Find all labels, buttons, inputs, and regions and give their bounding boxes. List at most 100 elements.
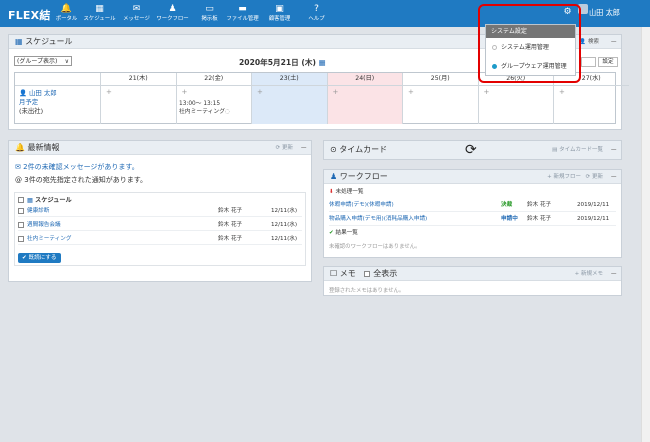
memo-new-link[interactable]: + 新規メモ bbox=[575, 267, 603, 281]
date-picker-icon[interactable]: ▦ bbox=[319, 58, 326, 67]
schedule-day-cell[interactable]: + bbox=[553, 85, 629, 124]
add-event-icon[interactable]: + bbox=[559, 88, 565, 96]
add-event-icon[interactable]: + bbox=[484, 88, 490, 96]
show-all-checkbox[interactable]: 全表示 bbox=[364, 269, 397, 278]
schedule-day-cell[interactable]: + bbox=[402, 85, 478, 124]
board-icon: ▭ bbox=[205, 4, 214, 14]
system-settings-dropdown: システム設定 システム運用管理 グループウェア運用管理 bbox=[485, 24, 576, 76]
workflow-item-date: 2019/12/11 bbox=[577, 202, 610, 208]
folder-icon: ▬ bbox=[238, 4, 247, 14]
user-icon: 👤 bbox=[19, 89, 27, 97]
nav-customer-item[interactable]: ▣ 顧客管理 bbox=[263, 0, 296, 27]
minimize-icon[interactable]: − bbox=[610, 170, 617, 184]
workflow-status-badge: 申請中 bbox=[501, 216, 518, 222]
app-logo[interactable]: FLEX結 bbox=[8, 7, 51, 23]
news-list-item[interactable]: 健康診断 鈴木 花子 12/11(水) bbox=[18, 205, 302, 217]
nav-label: 掲示板 bbox=[201, 16, 218, 22]
workflow-panel: ♟ ワークフロー + 新規フロー ⟳ 更新 − ⬇ 未処理一覧 休暇申請(デモ)… bbox=[323, 169, 622, 258]
customer-icon: ▣ bbox=[275, 4, 284, 14]
workflow-item-title[interactable]: 物品購入申請(デモ用)(消耗品購入申請) bbox=[329, 216, 427, 222]
schedule-day-cell[interactable]: + bbox=[477, 85, 553, 124]
minimize-icon[interactable]: − bbox=[300, 141, 307, 155]
minimize-icon[interactable]: − bbox=[610, 141, 617, 159]
news-item-date: 12/11(水) bbox=[271, 236, 298, 242]
schedule-nav-buttons[interactable] bbox=[581, 57, 596, 67]
add-event-icon[interactable]: + bbox=[333, 88, 339, 96]
schedule-event[interactable]: 13:00～ 13:15 社内ミーティング◌ bbox=[179, 100, 230, 116]
nav-bell-item[interactable]: 🔔 ポータル bbox=[50, 0, 83, 27]
notice-text: @ 3件の宛先指定された通知があります。 bbox=[15, 176, 147, 184]
person-plan-link[interactable]: 月予定 bbox=[19, 98, 38, 106]
avatar[interactable] bbox=[578, 4, 588, 14]
schedule-day-header[interactable]: 23(土) bbox=[251, 73, 327, 85]
memo-empty-text: 登録されたメモはありません。 bbox=[329, 288, 405, 294]
system-admin-menu-item[interactable]: システム運用管理 bbox=[486, 38, 575, 57]
schedule-day-header[interactable]: 25(月) bbox=[402, 73, 478, 85]
schedule-day-header[interactable]: 24(日) bbox=[326, 73, 402, 85]
schedule-day-header[interactable]: 21(木) bbox=[100, 73, 176, 85]
event-time: 13:00～ 13:15 bbox=[179, 101, 221, 107]
nav-calendar-item[interactable]: ▦ スケジュール bbox=[83, 0, 116, 27]
minimize-icon[interactable]: − bbox=[610, 267, 617, 281]
news-item-title[interactable]: 健康診断 bbox=[27, 208, 49, 214]
dropdown-title: システム設定 bbox=[486, 25, 575, 38]
system-settings-gear-icon[interactable]: ⚙ bbox=[560, 4, 575, 20]
mark-read-button[interactable]: ✔ 既読にする bbox=[18, 253, 61, 263]
nav-help-item[interactable]: ? ヘルプ bbox=[300, 0, 333, 27]
row-checkbox[interactable] bbox=[18, 207, 24, 214]
schedule-day-cell[interactable]: + bbox=[326, 85, 402, 124]
schedule-settings-button[interactable]: 設定 bbox=[598, 57, 618, 67]
current-user-name[interactable]: 山田 太郎 bbox=[589, 8, 620, 18]
nav-label: ワークフロー bbox=[156, 16, 189, 22]
memo-icon: ☐ bbox=[330, 269, 338, 278]
workflow-list-item[interactable]: 物品購入申請(デモ用)(消耗品購入申請) 申請中 鈴木 花子 2019/12/11 bbox=[329, 212, 616, 226]
workflow-new-link[interactable]: + 新規フロー bbox=[547, 170, 581, 184]
bell-icon: 🔔 bbox=[15, 143, 25, 152]
news-panel-header: 🔔 最新情報 ⟳ 更新 − bbox=[9, 141, 311, 155]
nav-mail-item[interactable]: ✉ メッセージ bbox=[120, 0, 153, 27]
schedule-person: 👤 山田 太郎 月予定 (未出社) bbox=[19, 89, 57, 116]
news-section-title: ▦ スケジュール bbox=[18, 195, 72, 204]
person-name-link[interactable]: 山田 太郎 bbox=[29, 89, 57, 97]
add-event-icon[interactable]: + bbox=[408, 88, 414, 96]
news-list-item[interactable]: 週間報告会議 鈴木 花子 12/11(水) bbox=[18, 219, 302, 231]
workflow-list-item[interactable]: 休暇申請(デモ)(休暇申請) 決裁 鈴木 花子 2019/12/11 bbox=[329, 198, 616, 212]
add-event-icon[interactable]: + bbox=[106, 88, 112, 96]
workflow-item-title[interactable]: 休暇申請(デモ)(休暇申請) bbox=[329, 202, 394, 208]
news-item-title[interactable]: 社内ミーティング bbox=[27, 236, 71, 242]
event-title: 社内ミーティング◌ bbox=[179, 109, 231, 115]
group-select[interactable]: (グループ表示) ∨ bbox=[14, 56, 72, 66]
nav-folder-item[interactable]: ▬ ファイル管理 bbox=[226, 0, 259, 27]
nav-board-item[interactable]: ▭ 掲示板 bbox=[193, 0, 226, 27]
schedule-day-header[interactable]: 22(金) bbox=[175, 73, 252, 85]
news-item-person: 鈴木 花子 bbox=[218, 236, 243, 242]
page-scrollbar[interactable] bbox=[641, 27, 650, 442]
nav-workflow-item[interactable]: ♟ ワークフロー bbox=[156, 0, 189, 27]
news-title: 最新情報 bbox=[27, 143, 60, 152]
calendar-icon: ▦ bbox=[15, 37, 23, 46]
timecard-list-link[interactable]: ▤ タイムカード一覧 bbox=[552, 141, 603, 159]
schedule-day-cell[interactable]: + bbox=[100, 85, 176, 124]
groupware-admin-menu-item[interactable]: グループウェア運用管理 bbox=[486, 57, 575, 77]
timecard-panel: ⊙ タイムカード ⟳ ▤ タイムカード一覧 − bbox=[323, 140, 622, 160]
schedule-day-cell[interactable]: + bbox=[251, 85, 327, 124]
row-checkbox[interactable] bbox=[18, 221, 24, 228]
nav-label: スケジュール bbox=[83, 16, 116, 22]
add-event-icon[interactable]: + bbox=[257, 88, 263, 96]
news-list-item[interactable]: 社内ミーティング 鈴木 花子 12/11(水) bbox=[18, 233, 302, 245]
news-schedule-list: ▦ スケジュール 健康診断 鈴木 花子 12/11(水) 週間報告会議 鈴木 花子 12/… bbox=[14, 192, 306, 266]
sync-icon[interactable]: ⟳ bbox=[465, 141, 477, 159]
unread-messages-link[interactable]: ✉ 2件の未確認メッセージがあります。 bbox=[15, 162, 139, 172]
schedule-title: スケジュール bbox=[25, 37, 73, 46]
minimize-icon[interactable]: − bbox=[610, 35, 617, 49]
workflow-result-label: ✔ 結果一覧 bbox=[329, 230, 358, 236]
news-refresh-link[interactable]: ⟳ 更新 bbox=[276, 141, 293, 155]
help-icon: ? bbox=[314, 4, 319, 14]
news-item-date: 12/11(水) bbox=[271, 208, 298, 214]
row-checkbox[interactable] bbox=[18, 235, 24, 242]
add-event-icon[interactable]: + bbox=[182, 88, 188, 96]
news-item-title[interactable]: 週間報告会議 bbox=[27, 222, 61, 228]
schedule-search-link[interactable]: 検索 bbox=[588, 39, 599, 45]
check-icon: ✔ bbox=[329, 230, 334, 236]
workflow-refresh-link[interactable]: ⟳ 更新 bbox=[586, 170, 603, 184]
